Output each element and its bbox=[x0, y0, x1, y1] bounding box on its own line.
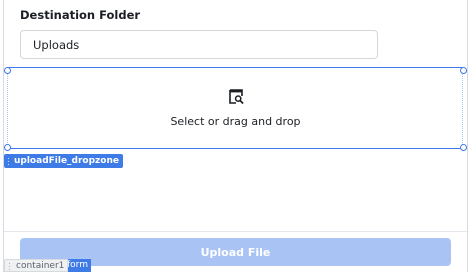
resize-handle-top-right[interactable] bbox=[460, 67, 467, 74]
drag-grip-icon[interactable] bbox=[8, 262, 12, 270]
resize-handle-top-left[interactable] bbox=[4, 67, 11, 74]
container-component-name: container1 bbox=[16, 261, 65, 271]
file-dropzone[interactable] bbox=[7, 67, 463, 149]
dropzone-component-name: uploadFile_dropzone bbox=[14, 156, 119, 166]
destination-folder-input[interactable] bbox=[20, 30, 378, 59]
resize-handle-bottom-left[interactable] bbox=[4, 144, 11, 151]
form-component-tag[interactable]: form bbox=[65, 259, 91, 272]
footer-divider bbox=[4, 231, 467, 232]
resize-handle-bottom-right[interactable] bbox=[460, 144, 467, 151]
editor-canvas: Destination Folder Select or drag and dr… bbox=[0, 0, 471, 272]
dropzone-instruction: Select or drag and drop bbox=[170, 115, 301, 128]
destination-folder-label: Destination Folder bbox=[20, 8, 141, 22]
dropzone-component-tag[interactable]: uploadFile_dropzone bbox=[4, 154, 123, 168]
file-search-icon bbox=[229, 89, 244, 104]
container-component-tag[interactable]: container1 bbox=[4, 259, 69, 272]
drag-grip-icon[interactable] bbox=[7, 157, 10, 165]
